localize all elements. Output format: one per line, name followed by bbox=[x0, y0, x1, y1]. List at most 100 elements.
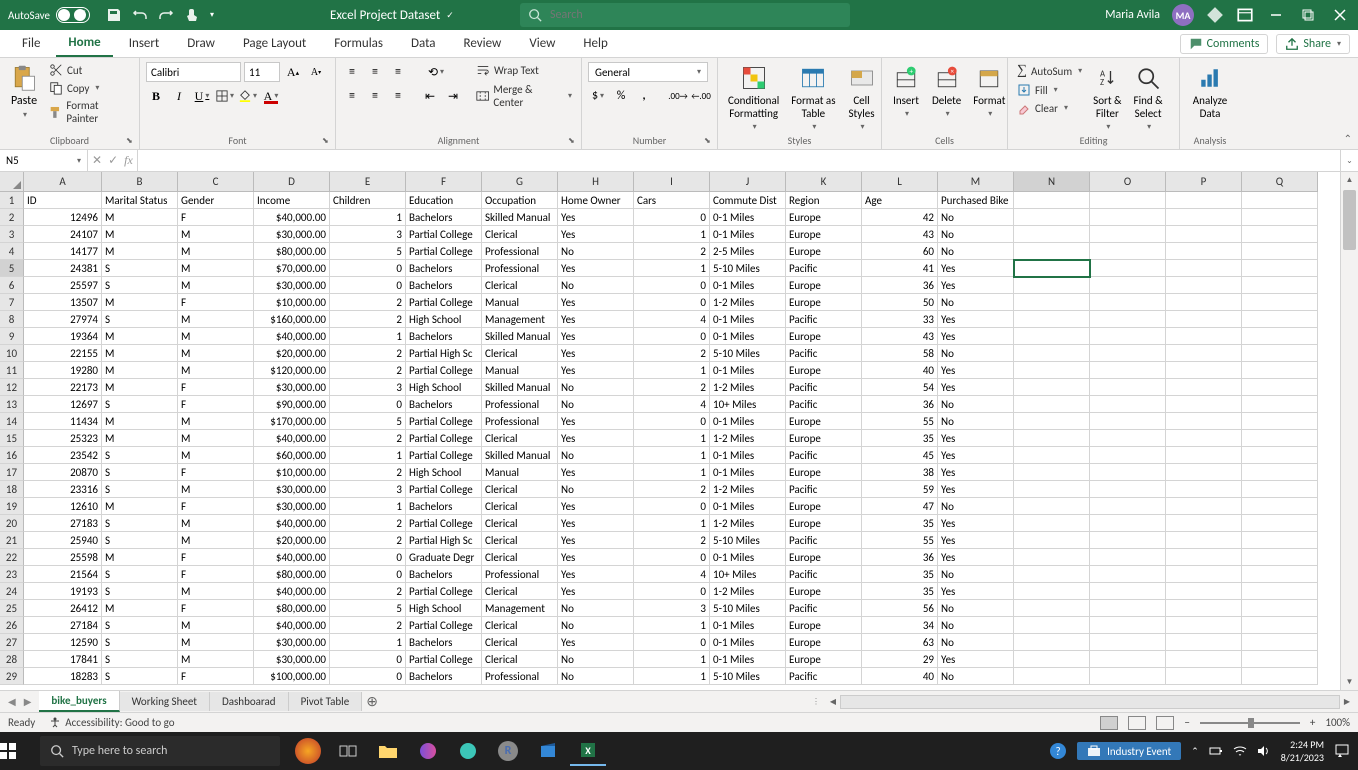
cell[interactable]: 40 bbox=[862, 668, 938, 685]
cell[interactable]: 2 bbox=[330, 583, 406, 600]
cell[interactable]: Yes bbox=[558, 362, 634, 379]
taskbar-search[interactable]: Type here to search bbox=[40, 736, 280, 766]
cell[interactable] bbox=[1090, 532, 1166, 549]
cell[interactable]: Manual bbox=[482, 362, 558, 379]
cut-button[interactable]: Cut bbox=[46, 62, 133, 78]
cell[interactable]: Partial College bbox=[406, 294, 482, 311]
cell[interactable]: 5-10 Miles bbox=[710, 260, 786, 277]
cell[interactable] bbox=[1014, 617, 1090, 634]
row-header[interactable]: 29 bbox=[0, 668, 24, 685]
cell[interactable]: Yes bbox=[938, 583, 1014, 600]
cell[interactable]: Partial College bbox=[406, 413, 482, 430]
cell[interactable]: 35 bbox=[862, 515, 938, 532]
cell[interactable]: 35 bbox=[862, 566, 938, 583]
cell[interactable] bbox=[1014, 396, 1090, 413]
cell[interactable]: Partial College bbox=[406, 447, 482, 464]
cell[interactable]: 1 bbox=[330, 498, 406, 515]
cell[interactable] bbox=[1242, 498, 1318, 515]
cell[interactable]: 56 bbox=[862, 600, 938, 617]
cell[interactable]: 1 bbox=[634, 668, 710, 685]
cell[interactable]: 2 bbox=[330, 311, 406, 328]
cell[interactable]: Bachelors bbox=[406, 328, 482, 345]
column-header-O[interactable]: O bbox=[1090, 172, 1166, 191]
cell[interactable] bbox=[1090, 413, 1166, 430]
number-dialog-launcher[interactable]: ⬊ bbox=[704, 136, 714, 146]
cell[interactable]: M bbox=[178, 651, 254, 668]
tab-page-layout[interactable]: Page Layout bbox=[231, 31, 318, 56]
cell[interactable]: Partial College bbox=[406, 583, 482, 600]
cell[interactable]: Clerical bbox=[482, 634, 558, 651]
cell[interactable]: 43 bbox=[862, 328, 938, 345]
cell[interactable] bbox=[1014, 583, 1090, 600]
grid-body[interactable]: 1IDMarital StatusGenderIncomeChildrenEdu… bbox=[0, 192, 1340, 685]
cell[interactable]: 2 bbox=[330, 430, 406, 447]
cell[interactable]: Europe bbox=[786, 328, 862, 345]
cell[interactable]: Education bbox=[406, 192, 482, 209]
column-header-P[interactable]: P bbox=[1166, 172, 1242, 191]
comma-format-button[interactable]: , bbox=[634, 86, 654, 106]
cell[interactable]: 0-1 Miles bbox=[710, 328, 786, 345]
cell[interactable] bbox=[1090, 600, 1166, 617]
cell[interactable]: Yes bbox=[558, 209, 634, 226]
tab-file[interactable]: File bbox=[10, 31, 52, 56]
cell[interactable] bbox=[1242, 617, 1318, 634]
zoom-level[interactable]: 100% bbox=[1325, 716, 1350, 729]
decrease-indent-button[interactable]: ⇤ bbox=[420, 86, 440, 106]
touch-mode-icon[interactable] bbox=[184, 7, 200, 23]
cell[interactable]: Partial College bbox=[406, 515, 482, 532]
cell[interactable]: 3 bbox=[330, 226, 406, 243]
cell[interactable]: 54 bbox=[862, 379, 938, 396]
taskbar-excel-icon[interactable]: X bbox=[570, 736, 606, 766]
column-header-E[interactable]: E bbox=[330, 172, 406, 191]
font-size-select[interactable] bbox=[244, 62, 280, 82]
hscroll-left-button[interactable]: ◀ bbox=[826, 695, 840, 709]
cell[interactable] bbox=[1090, 481, 1166, 498]
cell[interactable]: Pacific bbox=[786, 396, 862, 413]
clear-button[interactable]: Clear▾ bbox=[1014, 100, 1085, 116]
cell[interactable]: Manual bbox=[482, 464, 558, 481]
sheet-tab-bike-buyers[interactable]: bike_buyers bbox=[39, 691, 119, 712]
cell[interactable]: 59 bbox=[862, 481, 938, 498]
cell[interactable] bbox=[1166, 668, 1242, 685]
cell[interactable]: Clerical bbox=[482, 226, 558, 243]
cell[interactable]: 0-1 Miles bbox=[710, 362, 786, 379]
tab-insert[interactable]: Insert bbox=[117, 31, 172, 56]
column-header-F[interactable]: F bbox=[406, 172, 482, 191]
cell[interactable]: $40,000.00 bbox=[254, 209, 330, 226]
battery-icon[interactable] bbox=[1209, 745, 1223, 757]
cell[interactable]: Marital Status bbox=[102, 192, 178, 209]
cell[interactable]: 1-2 Miles bbox=[710, 515, 786, 532]
cell[interactable]: No bbox=[558, 481, 634, 498]
cell[interactable]: M bbox=[102, 226, 178, 243]
cell[interactable]: Clerical bbox=[482, 549, 558, 566]
cell[interactable]: 1-2 Miles bbox=[710, 430, 786, 447]
cell[interactable] bbox=[1242, 447, 1318, 464]
cell[interactable]: 0-1 Miles bbox=[710, 651, 786, 668]
cell[interactable]: S bbox=[102, 651, 178, 668]
orientation-button[interactable]: ⟲▾ bbox=[426, 62, 446, 82]
cell[interactable]: Pacific bbox=[786, 600, 862, 617]
font-dialog-launcher[interactable]: ⬊ bbox=[322, 136, 332, 146]
cell[interactable] bbox=[1014, 464, 1090, 481]
cell[interactable] bbox=[1090, 243, 1166, 260]
cell[interactable]: 5-10 Miles bbox=[710, 668, 786, 685]
cell[interactable]: M bbox=[102, 549, 178, 566]
cell[interactable] bbox=[1166, 566, 1242, 583]
cell[interactable]: No bbox=[938, 668, 1014, 685]
select-all-corner[interactable] bbox=[0, 172, 24, 192]
cell[interactable]: F bbox=[178, 549, 254, 566]
cell[interactable]: Graduate Degr bbox=[406, 549, 482, 566]
cell[interactable] bbox=[1014, 498, 1090, 515]
cell[interactable]: 2 bbox=[634, 243, 710, 260]
cell[interactable]: 0 bbox=[634, 413, 710, 430]
increase-decimal-button[interactable]: .00→ bbox=[668, 86, 688, 106]
cell[interactable]: 40 bbox=[862, 362, 938, 379]
number-format-select[interactable]: General▾ bbox=[588, 62, 708, 82]
cell[interactable]: 2 bbox=[330, 362, 406, 379]
cell[interactable]: 27183 bbox=[24, 515, 102, 532]
row-header[interactable]: 14 bbox=[0, 413, 24, 430]
row-header[interactable]: 22 bbox=[0, 549, 24, 566]
cell[interactable]: Professional bbox=[482, 566, 558, 583]
cell[interactable] bbox=[1090, 277, 1166, 294]
decrease-decimal-button[interactable]: ←.00 bbox=[691, 86, 711, 106]
